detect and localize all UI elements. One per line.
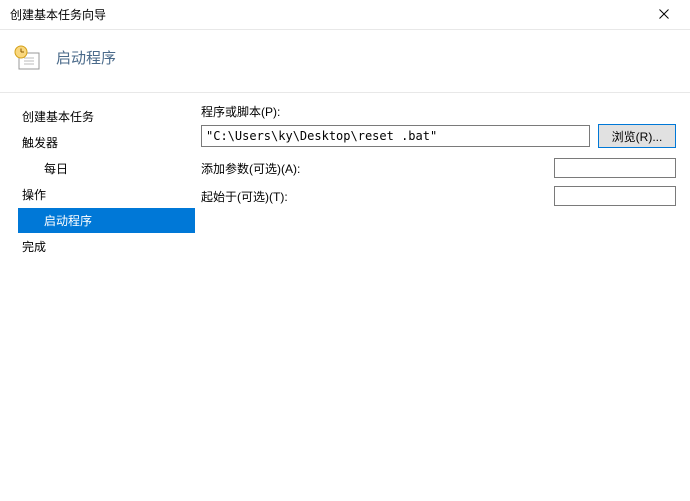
close-icon: [659, 8, 669, 22]
sidebar-item-trigger-daily[interactable]: 每日: [18, 156, 195, 181]
sidebar-item-finish[interactable]: 完成: [18, 234, 195, 259]
args-label: 添加参数(可选)(A):: [201, 160, 554, 177]
close-button[interactable]: [646, 1, 682, 29]
sidebar-item-start-program[interactable]: 启动程序: [18, 208, 195, 233]
browse-button[interactable]: 浏览(R)...: [598, 124, 676, 148]
wizard-header: 启动程序: [0, 30, 690, 93]
startin-input[interactable]: [554, 186, 676, 206]
sidebar-item-action[interactable]: 操作: [18, 182, 195, 207]
args-input[interactable]: [554, 158, 676, 178]
wizard-sidebar: 创建基本任务 触发器 每日 操作 启动程序 完成: [0, 103, 195, 260]
sidebar-item-trigger[interactable]: 触发器: [18, 130, 195, 155]
window-title: 创建基本任务向导: [10, 6, 646, 23]
titlebar: 创建基本任务向导: [0, 0, 690, 30]
wizard-icon: [14, 44, 44, 74]
content-pane: 程序或脚本(P): 浏览(R)... 添加参数(可选)(A): 起始于(可选)(…: [195, 103, 690, 260]
page-title: 启动程序: [56, 47, 116, 68]
startin-label: 起始于(可选)(T):: [201, 188, 554, 205]
program-label: 程序或脚本(P):: [201, 103, 676, 120]
program-input[interactable]: [201, 125, 590, 147]
wizard-body: 创建基本任务 触发器 每日 操作 启动程序 完成 程序或脚本(P): 浏览(R)…: [0, 93, 690, 260]
sidebar-item-create-task[interactable]: 创建基本任务: [18, 104, 195, 129]
